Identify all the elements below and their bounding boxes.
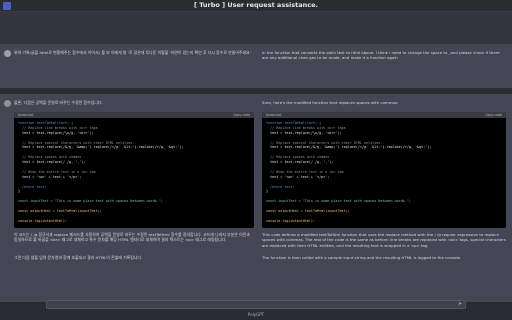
code-line: console.log(outputHtml); <box>18 218 67 223</box>
window-title: [ Turbo ] User request assistance. <box>193 1 319 9</box>
code-language-label: javascript <box>18 113 34 117</box>
assistant-avatar <box>4 100 11 107</box>
window-titlebar: [ Turbo ] User request assistance. <box>0 0 512 12</box>
assistant-explanation-english: This code defines a modified textToHtml … <box>262 232 506 248</box>
assistant-message-row: 물론, 다음은 공백을 윤영로 바꾸는 수정된 함수입니다. Sure, her… <box>0 94 512 302</box>
conversation-top <box>0 12 512 44</box>
code-block-left: javascript Copy code function textToHtml… <box>14 112 254 228</box>
user-message-row: 위의 기록(글을 html로 변환해주는 함수에서 이어서) 를 보 이에게 발… <box>0 44 512 88</box>
code-block-header: javascript Copy code <box>262 112 506 118</box>
message-input[interactable] <box>46 300 466 309</box>
code-content: function textToHtml(text) { // Replace l… <box>14 118 254 227</box>
user-avatar <box>4 50 11 57</box>
user-message-korean: 위의 기록(글을 html로 변환해주는 함수에서 이어서) 를 보 이에게 발… <box>14 50 251 55</box>
copy-code-button[interactable]: Copy code <box>233 112 250 118</box>
copy-code-button[interactable]: Copy code <box>485 112 502 118</box>
assistant-intro-korean: 물론, 다음은 공백을 윤영로 바꾸는 수정된 함수입니다. <box>14 100 103 105</box>
code-block-right: javascript Copy code function textToHtml… <box>262 112 506 228</box>
code-language-label: javascript <box>266 113 282 117</box>
user-message-english: In the function that converts the plain … <box>262 50 500 61</box>
code-content: function textToHtml(text) { // Replace l… <box>262 118 506 227</box>
code-block-header: javascript Copy code <box>14 112 254 118</box>
footer-label: PolyGPT <box>247 312 265 317</box>
assistant-intro-english: Sure, here's the modified function that … <box>262 100 399 105</box>
assistant-followup-korean: 그런 다음 샘플 입력 문자열과 함께 호출되고 결과 HTML이 콘솔에 기록… <box>14 255 143 260</box>
code-line: console.log(outputHtml); <box>266 218 315 223</box>
assistant-explanation-korean: 이 코드는 / /g 정규식과 replace 메서드를 사용하여 공백을 윤영… <box>14 232 250 243</box>
send-icon[interactable]: ➤ <box>458 302 463 307</box>
assistant-followup-english: The function is then called with a sampl… <box>262 255 462 260</box>
